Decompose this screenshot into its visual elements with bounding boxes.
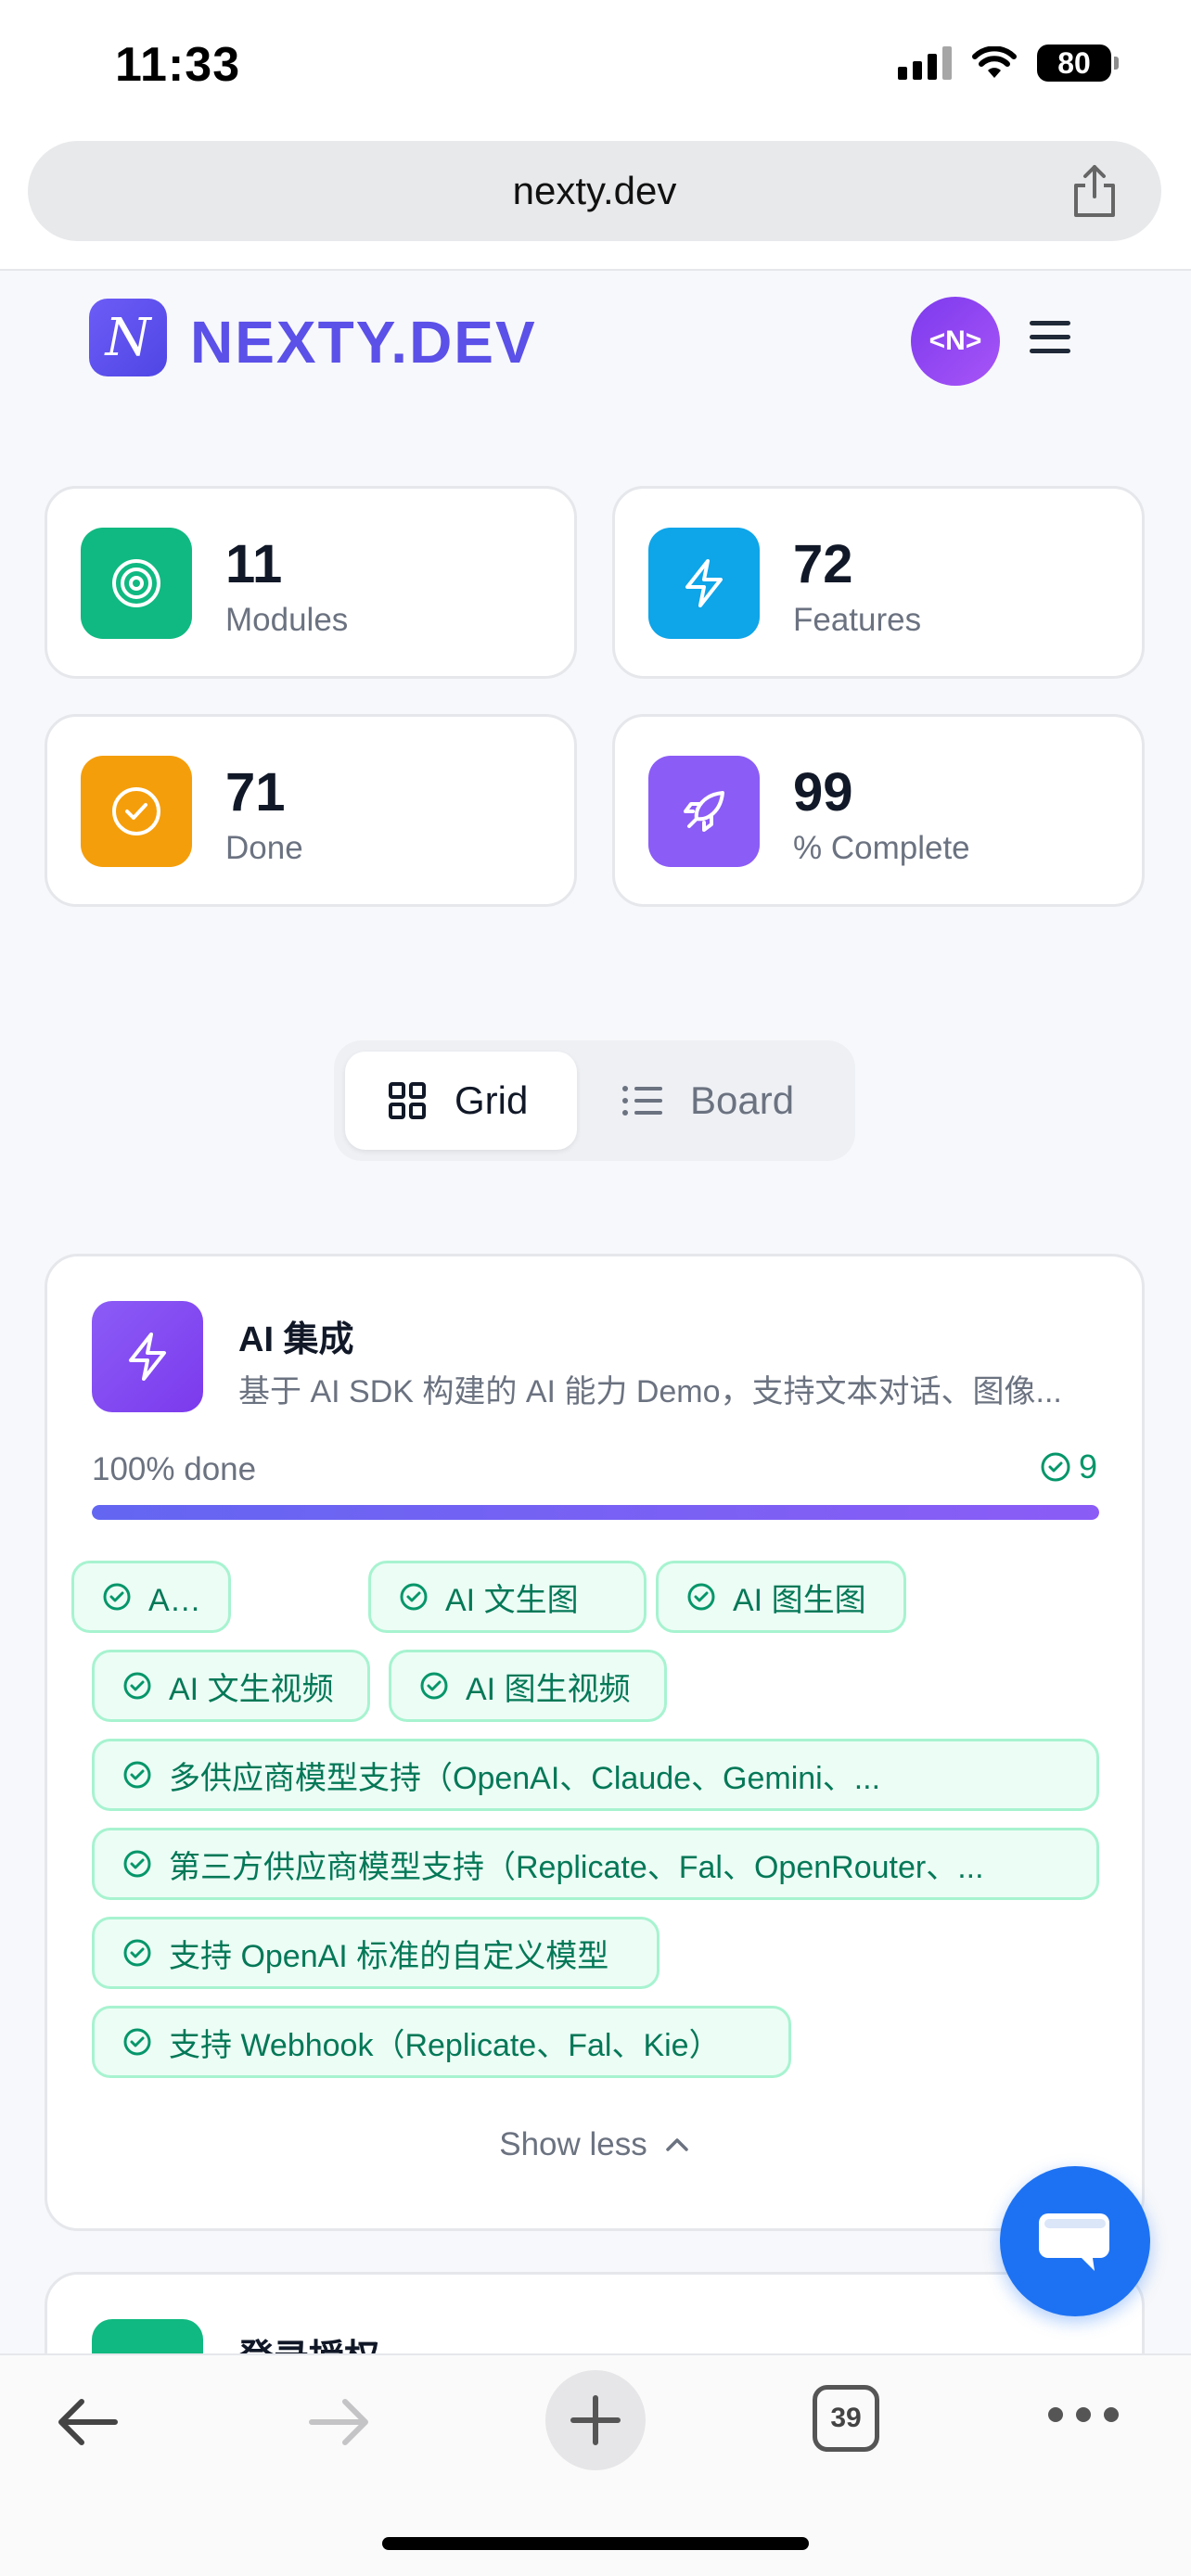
show-less-label: Show less xyxy=(499,2126,647,2162)
battery-icon: 80 xyxy=(1037,45,1119,82)
done-count-value: 9 xyxy=(1078,1447,1097,1486)
chat-bubble-icon xyxy=(1039,2213,1109,2271)
progress-bar-fill xyxy=(92,1505,1099,1520)
lightning-icon xyxy=(92,1301,203,1412)
cellular-signal-icon xyxy=(898,46,952,80)
feature-tag: AI 文本对话 xyxy=(71,1561,231,1633)
browser-address-area: nexty.dev xyxy=(0,139,1191,271)
feature-tag-label: 支持 Webhook（Replicate、Fal、Kie） xyxy=(169,2027,721,2063)
stat-label: Done xyxy=(225,830,303,866)
feature-tag: 支持 Webhook（Replicate、Fal、Kie） xyxy=(92,2006,791,2078)
feature-tag-label: AI 文本对话 xyxy=(148,1582,228,1618)
stat-value: 71 xyxy=(225,762,286,823)
stat-card-complete: 99 % Complete xyxy=(612,714,1145,907)
module-description: 基于 AI SDK 构建的 AI 能力 Demo，支持文本对话、图像... xyxy=(238,1374,1062,1409)
back-arrow-icon[interactable] xyxy=(54,2394,121,2450)
chevron-up-icon xyxy=(666,2138,688,2151)
feature-tag: 多供应商模型支持（OpenAI、Claude、Gemini、... xyxy=(92,1739,1099,1811)
feature-tag: 支持 OpenAI 标准的自定义模型 xyxy=(92,1917,660,1989)
grid-view-button[interactable]: Grid xyxy=(345,1052,577,1150)
status-time: 11:33 xyxy=(115,38,241,92)
hamburger-menu-icon[interactable] xyxy=(1028,319,1072,356)
feature-tag: AI 文生视频 xyxy=(92,1650,370,1722)
feature-tag: AI 图生图 xyxy=(656,1561,906,1633)
stat-card-modules: 11 Modules xyxy=(45,486,577,679)
wifi-icon xyxy=(972,46,1017,78)
check-circle-icon xyxy=(123,1761,151,1789)
feature-tag: AI 图生视频 xyxy=(389,1650,667,1722)
feature-tag-label: 支持 OpenAI 标准的自定义模型 xyxy=(169,1938,609,1974)
view-toggle: Grid Board xyxy=(334,1040,855,1161)
stat-value: 11 xyxy=(225,534,283,594)
tabs-button[interactable]: 39 xyxy=(813,2385,879,2452)
board-view-button[interactable]: Board xyxy=(599,1052,840,1150)
status-icons: 80 xyxy=(898,45,1119,82)
feature-tag-label: AI 文生视频 xyxy=(169,1671,334,1707)
status-bar: 11:33 80 xyxy=(0,0,1191,139)
logo-text[interactable]: NEXTY.DEV xyxy=(190,308,537,376)
check-circle-icon xyxy=(400,1583,428,1611)
more-options-icon[interactable] xyxy=(1048,2407,1119,2422)
rocket-icon xyxy=(648,756,760,867)
stat-label: Features xyxy=(793,602,922,638)
grid-view-label: Grid xyxy=(455,1078,529,1122)
stat-label: Modules xyxy=(225,602,349,638)
feature-tag-label: AI 图生图 xyxy=(733,1582,866,1618)
progress-bar xyxy=(92,1505,1099,1520)
address-bar[interactable]: nexty.dev xyxy=(28,141,1161,241)
feature-tag-label: 第三方供应商模型支持（Replicate、Fal、OpenRouter、... xyxy=(169,1849,984,1885)
check-circle-icon xyxy=(123,1672,151,1700)
done-count: 9 xyxy=(1040,1447,1097,1486)
show-less-button[interactable]: Show less xyxy=(47,2126,1142,2163)
feature-tag-label: AI 文生图 xyxy=(445,1582,579,1618)
new-tab-button[interactable] xyxy=(545,2370,646,2470)
forward-arrow-icon[interactable] xyxy=(306,2394,373,2450)
url-text: nexty.dev xyxy=(512,169,677,212)
progress-label: 100% done xyxy=(92,1451,257,1487)
check-circle-icon xyxy=(103,1583,131,1611)
stat-value: 99 xyxy=(793,762,853,823)
check-circle-icon xyxy=(687,1583,715,1611)
module-title: AI 集成 xyxy=(238,1320,354,1359)
lightning-icon xyxy=(648,528,760,639)
share-icon[interactable] xyxy=(1069,163,1121,219)
home-indicator xyxy=(382,2537,809,2550)
check-circle-icon xyxy=(81,756,192,867)
site-header: N NEXTY.DEV <N> xyxy=(0,271,1191,410)
check-circle-icon xyxy=(1041,1452,1070,1482)
feature-tag-label: 多供应商模型支持（OpenAI、Claude、Gemini、... xyxy=(169,1760,881,1796)
list-icon xyxy=(622,1086,662,1116)
target-icon xyxy=(81,528,192,639)
stat-card-features: 72 Features xyxy=(612,486,1145,679)
check-circle-icon xyxy=(123,2028,151,2056)
stat-label: % Complete xyxy=(793,830,970,866)
feature-tag-label: AI 图生视频 xyxy=(466,1671,631,1707)
chat-button[interactable] xyxy=(1000,2166,1150,2316)
feature-tag: 第三方供应商模型支持（Replicate、Fal、OpenRouter、... xyxy=(92,1828,1099,1900)
check-circle-icon xyxy=(123,1939,151,1967)
check-circle-icon xyxy=(123,1850,151,1878)
check-circle-icon xyxy=(420,1672,448,1700)
logo-mark[interactable]: N xyxy=(89,299,167,376)
grid-icon xyxy=(389,1082,426,1119)
stat-value: 72 xyxy=(793,534,853,594)
avatar[interactable]: <N> xyxy=(911,297,1000,386)
board-view-label: Board xyxy=(690,1078,795,1122)
module-card-ai: AI 集成 基于 AI SDK 构建的 AI 能力 Demo，支持文本对话、图像… xyxy=(45,1254,1145,2231)
feature-tag: AI 文生图 xyxy=(368,1561,647,1633)
plus-icon xyxy=(570,2395,621,2445)
stat-card-done: 71 Done xyxy=(45,714,577,907)
